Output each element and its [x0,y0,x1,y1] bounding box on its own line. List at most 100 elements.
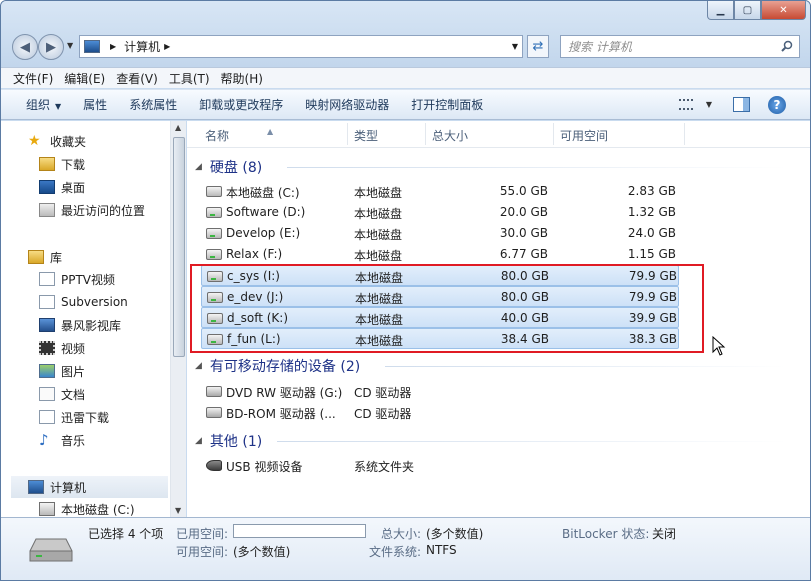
group-other[interactable]: ◢ 其他 (1) [195,430,787,452]
help-icon: ? [773,98,781,112]
column-type[interactable]: 类型 [354,127,378,144]
collapse-icon[interactable]: ◢ [195,436,202,446]
properties-button[interactable]: 属性 [83,96,107,113]
drive-row[interactable]: BD-ROM 驱动器 (... CD 驱动器 [201,402,679,423]
library-folder-icon [39,272,55,286]
breadcrumb-computer[interactable]: 计算机 [124,38,160,55]
map-network-drive-button[interactable]: 映射网络驱动器 [305,96,389,113]
nav-favorites[interactable]: ★ 收藏夹 [28,131,86,151]
address-bar[interactable]: ▶ 计算机 ▶ ▼ [79,35,523,58]
preview-pane-button[interactable] [733,97,750,112]
media-library-icon [39,318,55,332]
drive-free: 38.3 GB [628,332,677,346]
recent-pages-dropdown[interactable]: ▼ [67,41,73,50]
drive-row[interactable]: DVD RW 驱动器 (G:) CD 驱动器 [201,381,679,402]
drive-row[interactable]: Develop (E:) 本地磁盘 30.0 GB 24.0 GB [201,223,679,244]
group-hard-disks[interactable]: ◢ 硬盘 (8) [195,156,787,178]
refresh-button[interactable]: ⇄ [527,35,549,58]
collapse-icon[interactable]: ◢ [195,361,202,371]
column-divider[interactable] [684,123,685,145]
nav-downloads[interactable]: 下载 [39,154,85,174]
column-total-size[interactable]: 总大小 [432,127,468,144]
scrollbar-thumb[interactable] [173,137,185,357]
drive-row-selected[interactable]: f_fun (L:) 本地磁盘 38.4 GB 38.3 GB [201,328,679,349]
menu-help[interactable]: 帮助(H) [221,70,263,87]
menu-file[interactable]: 文件(F) [13,70,53,87]
column-divider[interactable] [425,123,426,145]
sort-ascending-icon: ▲ [267,127,274,136]
nav-scrollbar[interactable]: ▲ ▼ [170,121,186,517]
change-view-button[interactable]: ▼ [678,99,712,110]
column-name[interactable]: 名称 [205,127,229,144]
group-title: 其他 (1) [209,434,263,450]
nav-documents[interactable]: 文档 [39,384,85,404]
scroll-up-icon[interactable]: ▲ [175,123,181,132]
drive-total: 38.4 GB [500,332,549,346]
drive-name: DVD RW 驱动器 (G:) [226,386,343,400]
column-divider[interactable] [553,123,554,145]
recent-places-icon [39,203,55,217]
nav-subversion[interactable]: Subversion [39,292,128,312]
group-divider [277,441,787,442]
close-icon: ✕ [779,4,788,16]
address-history-dropdown[interactable]: ▼ [512,42,518,51]
arrow-right-icon: ▶ [46,39,56,55]
system-properties-button[interactable]: 系统属性 [129,96,177,113]
nav-libraries[interactable]: 库 [28,247,62,267]
device-row[interactable]: USB 视频设备 系统文件夹 [201,455,679,476]
drive-row-selected[interactable]: d_soft (K:) 本地磁盘 40.0 GB 39.9 GB [201,307,679,328]
nav-recent[interactable]: 最近访问的位置 [39,200,145,220]
explorer-window: ▁ ▢ ✕ ◀ ▶ ▼ ▶ 计算机 ▶ ▼ ⇄ 搜索 计算机 文件(F) 编辑(… [0,0,811,581]
minimize-icon: ▁ [716,4,725,16]
group-title: 有可移动存储的设备 (2) [209,359,361,375]
menu-tools[interactable]: 工具(T) [169,70,210,87]
nav-computer[interactable]: 计算机 [11,476,168,498]
uninstall-button[interactable]: 卸载或更改程序 [199,96,283,113]
nav-label: 文档 [61,387,86,402]
menu-edit[interactable]: 编辑(E) [64,70,105,87]
drive-row-selected[interactable]: c_sys (I:) 本地磁盘 80.0 GB 79.9 GB [201,265,679,286]
nav-pictures[interactable]: 图片 [39,361,85,381]
column-divider[interactable] [347,123,348,145]
nav-baofeng[interactable]: 暴风影视库 [39,315,121,335]
help-button[interactable]: ? [768,96,786,114]
close-button[interactable]: ✕ [761,1,806,20]
drive-type: 本地磁盘 [355,271,404,285]
nav-pptv[interactable]: PPTV视频 [39,269,115,289]
drive-free: 39.9 GB [628,311,677,325]
column-free-space[interactable]: 可用空间 [560,127,608,144]
drive-row[interactable]: Relax (F:) 本地磁盘 6.77 GB 1.15 GB [201,244,679,265]
minimize-button[interactable]: ▁ [707,1,734,20]
drive-row-selected[interactable]: e_dev (J:) 本地磁盘 80.0 GB 79.9 GB [201,286,679,307]
collapse-icon[interactable]: ◢ [195,162,202,172]
nav-c-drive[interactable]: 本地磁盘 (C:) [39,499,135,519]
group-removable[interactable]: ◢ 有可移动存储的设备 (2) [195,355,785,377]
chevron-right-icon[interactable]: ▶ [164,42,170,51]
computer-icon [84,40,100,53]
open-control-panel-button[interactable]: 打开控制面板 [411,96,483,113]
maximize-button[interactable]: ▢ [734,1,761,20]
nav-xunlei[interactable]: 迅雷下载 [39,407,109,427]
nav-music[interactable]: ♪ 音乐 [39,430,85,450]
drive-row[interactable]: Software (D:) 本地磁盘 20.0 GB 1.32 GB [201,202,679,223]
nav-label: Subversion [61,295,128,309]
file-system-value: NTFS [426,543,457,557]
menu-view[interactable]: 查看(V) [116,70,158,87]
hard-drive-icon [206,249,222,260]
nav-label: 下载 [61,157,86,172]
chevron-down-icon: ▼ [705,100,712,109]
back-button[interactable]: ◀ [12,34,38,60]
nav-desktop[interactable]: 桌面 [39,177,85,197]
drive-free: 2.83 GB [627,184,676,198]
forward-button[interactable]: ▶ [38,34,64,60]
library-folder-icon [39,410,55,424]
nav-videos[interactable]: 视频 [39,338,85,358]
search-input[interactable]: 搜索 计算机 [560,35,800,58]
computer-icon [28,480,44,494]
drive-row[interactable]: 本地磁盘 (C:) 本地磁盘 55.0 GB 2.83 GB [201,181,679,202]
scroll-down-icon[interactable]: ▼ [175,506,181,515]
organize-button[interactable]: 组织 ▼ [26,96,61,113]
drive-type: 本地磁盘 [354,249,403,263]
free-space-label: 可用空间: [176,545,229,559]
chevron-right-icon[interactable]: ▶ [110,42,116,51]
